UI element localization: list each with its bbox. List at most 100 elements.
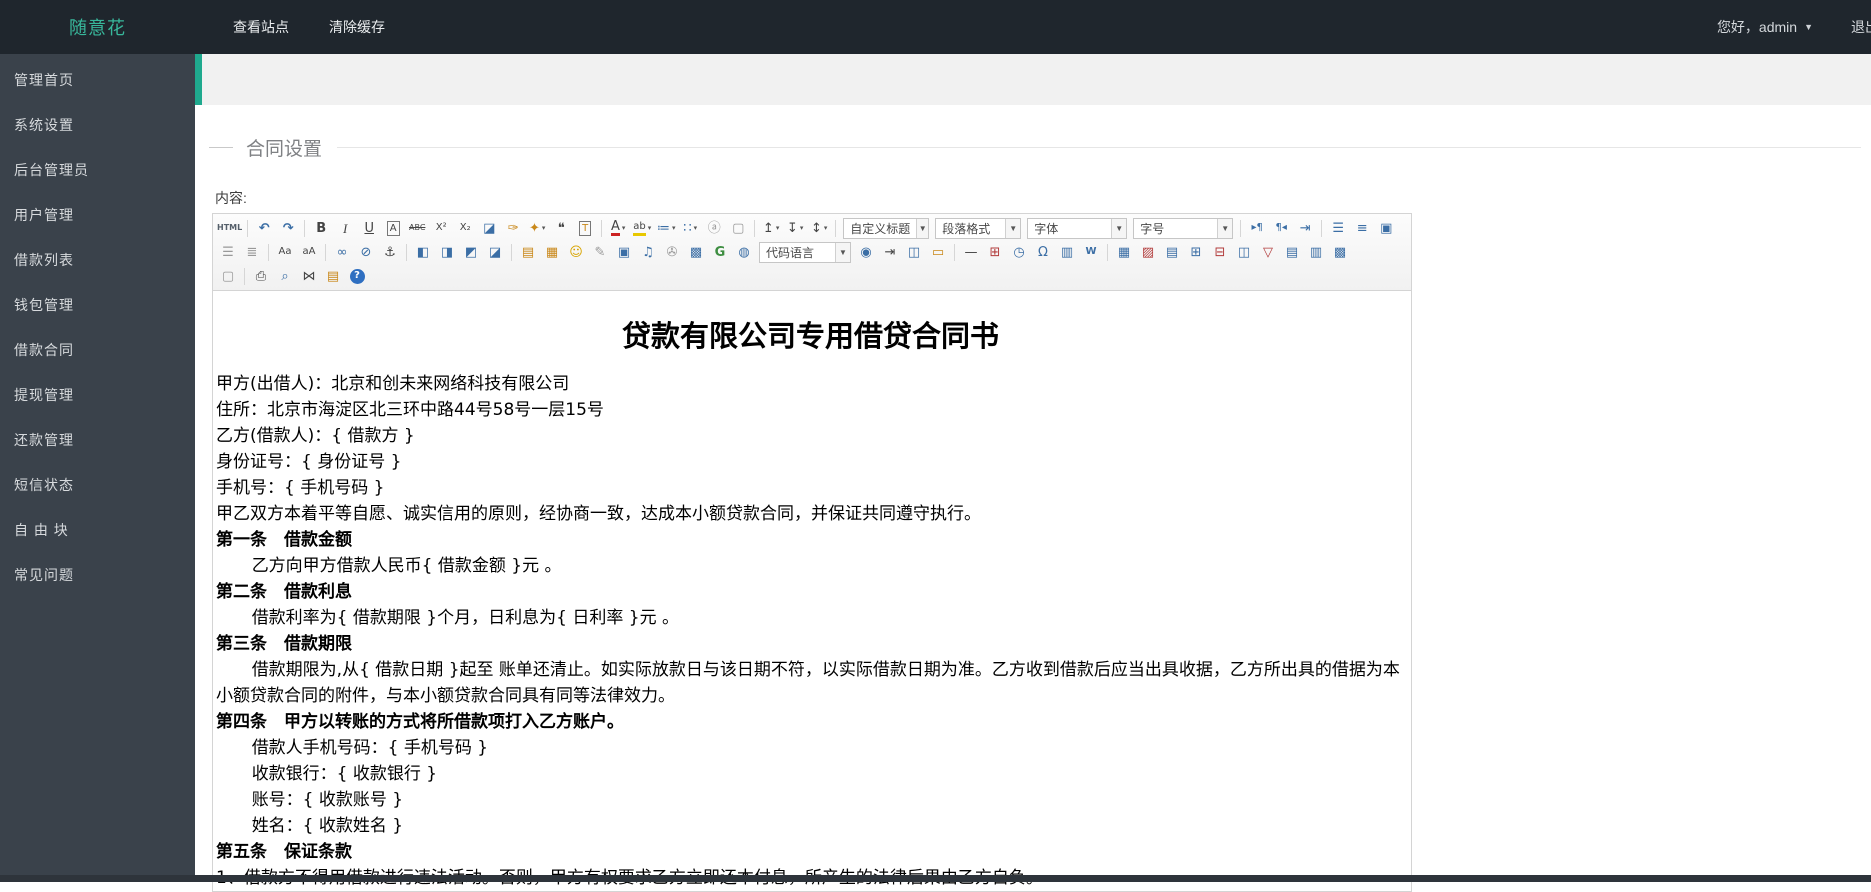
table-stripe-1-icon[interactable]: ▤	[1281, 242, 1303, 263]
sidebar-item-11[interactable]: 常见问题	[0, 553, 195, 598]
merge-cells-icon[interactable]: ⊟	[1209, 242, 1231, 263]
paragraph-format-dropdown[interactable]: 段落格式▼	[935, 218, 1021, 239]
attachment-icon[interactable]: ✇	[661, 242, 683, 263]
time-icon[interactable]: ◷	[1008, 242, 1030, 263]
image-inline-icon[interactable]: ◩	[460, 242, 482, 263]
chevron-down-icon[interactable]: ▼	[1005, 219, 1020, 238]
emotion-icon[interactable]: ☺	[565, 242, 587, 263]
chevron-down-icon[interactable]: ▼	[835, 243, 850, 262]
blank-doc-icon[interactable]: ▢	[727, 218, 749, 239]
format-brush-icon[interactable]: ✑	[502, 218, 524, 239]
auto-typeset-icon[interactable]: ✦▾	[526, 218, 548, 239]
sidebar-item-8[interactable]: 还款管理	[0, 418, 195, 463]
table-stripe-3-icon[interactable]: ▩	[1329, 242, 1351, 263]
font-color-icon[interactable]: A▾	[607, 218, 629, 239]
sidebar-item-3[interactable]: 用户管理	[0, 193, 195, 238]
blockquote-icon[interactable]: ❝	[550, 218, 572, 239]
link-icon[interactable]: ∞	[331, 242, 353, 263]
baidu-map-icon[interactable]: ▩	[685, 242, 707, 263]
font-family-dropdown[interactable]: 字体▼	[1027, 218, 1127, 239]
delete-table-icon[interactable]: ▨	[1137, 242, 1159, 263]
image-center-icon[interactable]: ◪	[484, 242, 506, 263]
to-lowercase-icon[interactable]: aA	[298, 242, 320, 263]
horizontal-rule-icon[interactable]: —	[960, 242, 982, 263]
anchor-icon[interactable]: ⚓	[379, 242, 401, 263]
word-image-icon[interactable]: W	[1080, 242, 1102, 263]
sidebar-item-6[interactable]: 借款合同	[0, 328, 195, 373]
underline-icon[interactable]: U	[358, 218, 380, 239]
align-center-icon[interactable]: ≡	[1351, 218, 1373, 239]
preview-icon[interactable]: ⌕	[274, 266, 296, 287]
align-left-icon[interactable]: ☰	[1327, 218, 1349, 239]
superscript-icon[interactable]: X²	[430, 218, 452, 239]
line-height-icon[interactable]: ↕▾	[808, 218, 830, 239]
chevron-down-icon[interactable]: ▼	[1111, 219, 1126, 238]
delete-row-icon[interactable]: ▽	[1257, 242, 1279, 263]
image-align-right-icon[interactable]: ◨	[436, 242, 458, 263]
spacing-bottom-icon[interactable]: ↧▾	[784, 218, 806, 239]
user-menu[interactable]: 您好，admin ▼	[1717, 17, 1813, 37]
app-logo[interactable]: 随意花	[0, 14, 195, 40]
page-break-icon[interactable]: ⇥	[879, 242, 901, 263]
highlight-color-icon[interactable]: ab▾	[631, 218, 653, 239]
insert-frame-icon[interactable]: ◍	[733, 242, 755, 263]
bold-icon[interactable]: B	[310, 218, 332, 239]
ltr-paragraph-icon[interactable]: ▸¶	[1246, 218, 1268, 239]
sidebar-item-0[interactable]: 管理首页	[0, 58, 195, 103]
paragraph-lines-icon[interactable]: ≣	[241, 242, 263, 263]
sidebar-item-4[interactable]: 借款列表	[0, 238, 195, 283]
font-border-icon[interactable]: A	[382, 218, 404, 239]
print-icon[interactable]: ⎙	[250, 266, 272, 287]
insert-image-icon[interactable]: ▤	[517, 242, 539, 263]
auto-layout-icon[interactable]: ⓐ	[703, 218, 725, 239]
google-map-icon[interactable]: G	[709, 242, 731, 263]
table-stripe-2-icon[interactable]: ▥	[1305, 242, 1327, 263]
sidebar-item-7[interactable]: 提现管理	[0, 373, 195, 418]
sidebar-item-9[interactable]: 短信状态	[0, 463, 195, 508]
iframe-icon[interactable]: ◫	[903, 242, 925, 263]
sidebar-item-5[interactable]: 钱包管理	[0, 283, 195, 328]
indent-first-line-icon[interactable]: ☰	[217, 242, 239, 263]
sidebar-item-1[interactable]: 系统设置	[0, 103, 195, 148]
fullscreen-preview-icon[interactable]: ▣	[1375, 218, 1397, 239]
special-chars-icon[interactable]: Ω	[1032, 242, 1054, 263]
paste-text-icon[interactable]: T	[574, 218, 596, 239]
date-icon[interactable]: ⊞	[984, 242, 1006, 263]
insert-table-icon[interactable]: ▦	[1113, 242, 1135, 263]
rtl-paragraph-icon[interactable]: ¶◂	[1270, 218, 1292, 239]
table-caption-icon[interactable]: ▤	[1161, 242, 1183, 263]
to-uppercase-icon[interactable]: Aa	[274, 242, 296, 263]
code-language-dropdown[interactable]: 代码语言▼	[759, 242, 851, 263]
sidebar-item-10[interactable]: 自 由 块	[0, 508, 195, 553]
insert-music-icon[interactable]: ♫	[637, 242, 659, 263]
ordered-list-icon[interactable]: ≔▾	[655, 218, 677, 239]
font-size-dropdown[interactable]: 字号▼	[1133, 218, 1233, 239]
paste-board-icon[interactable]: ▤	[322, 266, 344, 287]
unordered-list-icon[interactable]: ∷▾	[679, 218, 701, 239]
scrawl-icon[interactable]: ✎	[589, 242, 611, 263]
sidebar-item-2[interactable]: 后台管理员	[0, 148, 195, 193]
image-manager-icon[interactable]: ▦	[541, 242, 563, 263]
strikethrough-icon[interactable]: ABC	[406, 218, 428, 239]
spellcheck-icon[interactable]: ▥	[1056, 242, 1078, 263]
search-replace-icon[interactable]: ⋈	[298, 266, 320, 287]
chevron-down-icon[interactable]: ▼	[1217, 219, 1232, 238]
insert-video-icon[interactable]: ▣	[613, 242, 635, 263]
redo-icon[interactable]: ↷	[277, 218, 299, 239]
logout-button[interactable]: 退出	[1851, 17, 1871, 37]
custom-title-dropdown[interactable]: 自定义标题▼	[843, 218, 929, 239]
paragraph-indent-icon[interactable]: ⇥	[1294, 218, 1316, 239]
new-doc-icon[interactable]: ▢	[217, 266, 239, 287]
help-icon[interactable]: ?	[346, 266, 368, 287]
italic-icon[interactable]: I	[334, 218, 356, 239]
unlink-icon[interactable]: ⊘	[355, 242, 377, 263]
eraser-icon[interactable]: ◪	[478, 218, 500, 239]
image-align-left-icon[interactable]: ◧	[412, 242, 434, 263]
spacing-top-icon[interactable]: ↥▾	[760, 218, 782, 239]
source-code-button[interactable]: HTML	[217, 218, 242, 239]
view-site-button[interactable]: 查看站点	[233, 17, 289, 37]
table-title-row-icon[interactable]: ⊞	[1185, 242, 1207, 263]
editor-content-area[interactable]: 贷款有限公司专用借贷合同书 甲方(出借人)：北京和创未来网络科技有限公司住所：北…	[213, 291, 1411, 891]
undo-icon[interactable]: ↶	[253, 218, 275, 239]
chevron-down-icon[interactable]: ▼	[916, 219, 928, 238]
